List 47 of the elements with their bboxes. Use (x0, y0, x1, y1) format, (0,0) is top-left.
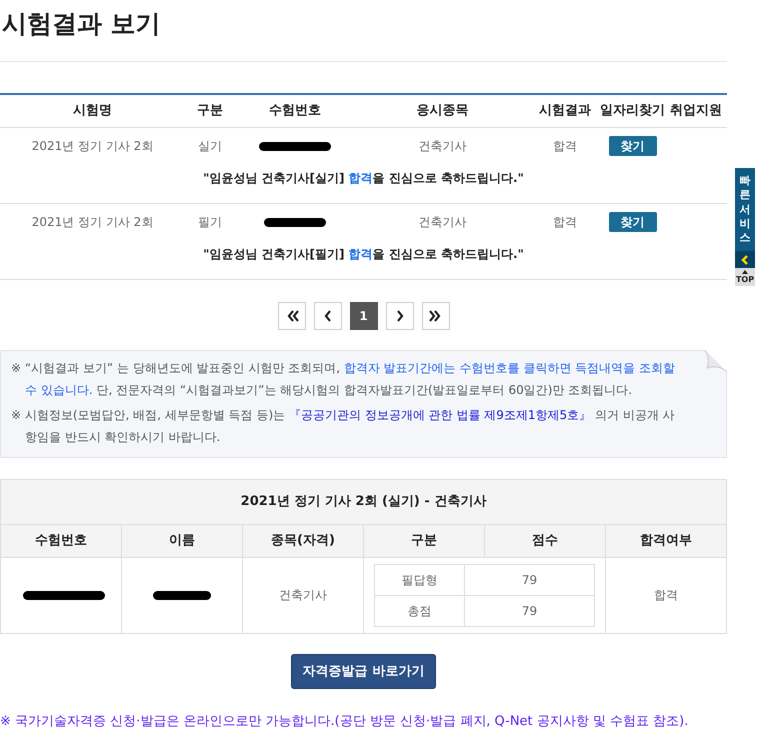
find-button[interactable]: 찾기 (608, 212, 656, 232)
notice-text: ※ 시험정보(모범답안, 배점, 세부문항별 득점 등)는 『공공기관의 정보공개에 관한 법률 제9조제1항제5호』 의거 비공개 사항임을 반드시 확인하시기 바랍니다. (11, 406, 676, 446)
column-header: 종목(자격) (242, 524, 364, 557)
quick-service-tab[interactable]: 빠른서비스 (735, 168, 755, 252)
last-page-button[interactable] (422, 302, 450, 330)
column-header: 합격여부 (606, 524, 726, 557)
table-cell: 79 (522, 604, 538, 618)
column-header: 시험결과 (530, 94, 600, 127)
congratulations-message: "임윤성님 건축기사[필기] 합격을 진심으로 축하드립니다." (203, 247, 524, 261)
table-cell: 2021년 정기 기사 2회 (32, 215, 154, 230)
score-table-title: 2021년 정기 기사 2회 (실기) - 건축기사 (0, 479, 726, 524)
column-header: 수험번호 (235, 94, 355, 127)
page-title: 시험결과 보기 (2, 8, 162, 40)
page-button[interactable]: 1 (350, 302, 378, 330)
column-header: 응시종목 (355, 94, 530, 127)
table-cell: 건축기사 (418, 215, 466, 230)
first-page-button[interactable] (278, 302, 306, 330)
table-cell: 합격 (553, 139, 577, 154)
table-cell: 필답형 (402, 572, 438, 586)
table-cell: 건축기사 (418, 139, 466, 154)
table-cell: 실기 (198, 139, 222, 154)
chevron-left-icon (741, 254, 749, 265)
table-cell: 필기 (198, 215, 222, 230)
column-header: 수험번호 (0, 524, 122, 557)
column-header: 이름 (122, 524, 242, 557)
table-cell: 79 (522, 572, 538, 586)
table-cell: 합격 (553, 215, 577, 230)
column-header: 구분 (364, 524, 484, 557)
table-cell: 건축기사 (279, 588, 327, 602)
column-header: 일자리찾기 (600, 94, 665, 127)
column-header: 점수 (484, 524, 606, 557)
column-header: 시험명 (0, 94, 185, 127)
congratulations-message: "임윤성님 건축기사[실기] 합격을 진심으로 축하드립니다." (203, 171, 524, 185)
column-header: 구분 (185, 94, 235, 127)
up-triangle-icon (742, 270, 748, 274)
column-header: 취업지원 (665, 94, 727, 127)
notice-text: ※ “시험결과 보기” 는 당해년도에 발표중인 시험만 조회되며, 합격자 발표기간에는 수험번호를 클릭하면 득점내역을 조회할 수 있습니다. 단, 전문자격의 “시험결과보기”는 해당시험의 합격자발표기간(발표일로부터 60일간)만 조회됩니다. (11, 360, 676, 398)
table-cell: 총점 (408, 604, 432, 618)
top-button[interactable]: TOP (735, 268, 755, 286)
previous-page-button[interactable] (314, 302, 342, 330)
notice-text: ※ 국가기술자격증 신청·발급은 온라인으로만 가능합니다.(공단 방문 신청·발급 폐지, Q-Net 공지사항 및 수험표 참조). (0, 713, 690, 731)
collapse-button[interactable] (735, 251, 755, 268)
table-cell: 2021년 정기 기사 2회 (32, 139, 154, 154)
table-cell: 합격 (654, 588, 678, 602)
certificate-issue-button[interactable]: 자격증발급 바로가기 (290, 654, 436, 689)
find-button[interactable]: 찾기 (608, 136, 656, 156)
next-page-button[interactable] (386, 302, 414, 330)
